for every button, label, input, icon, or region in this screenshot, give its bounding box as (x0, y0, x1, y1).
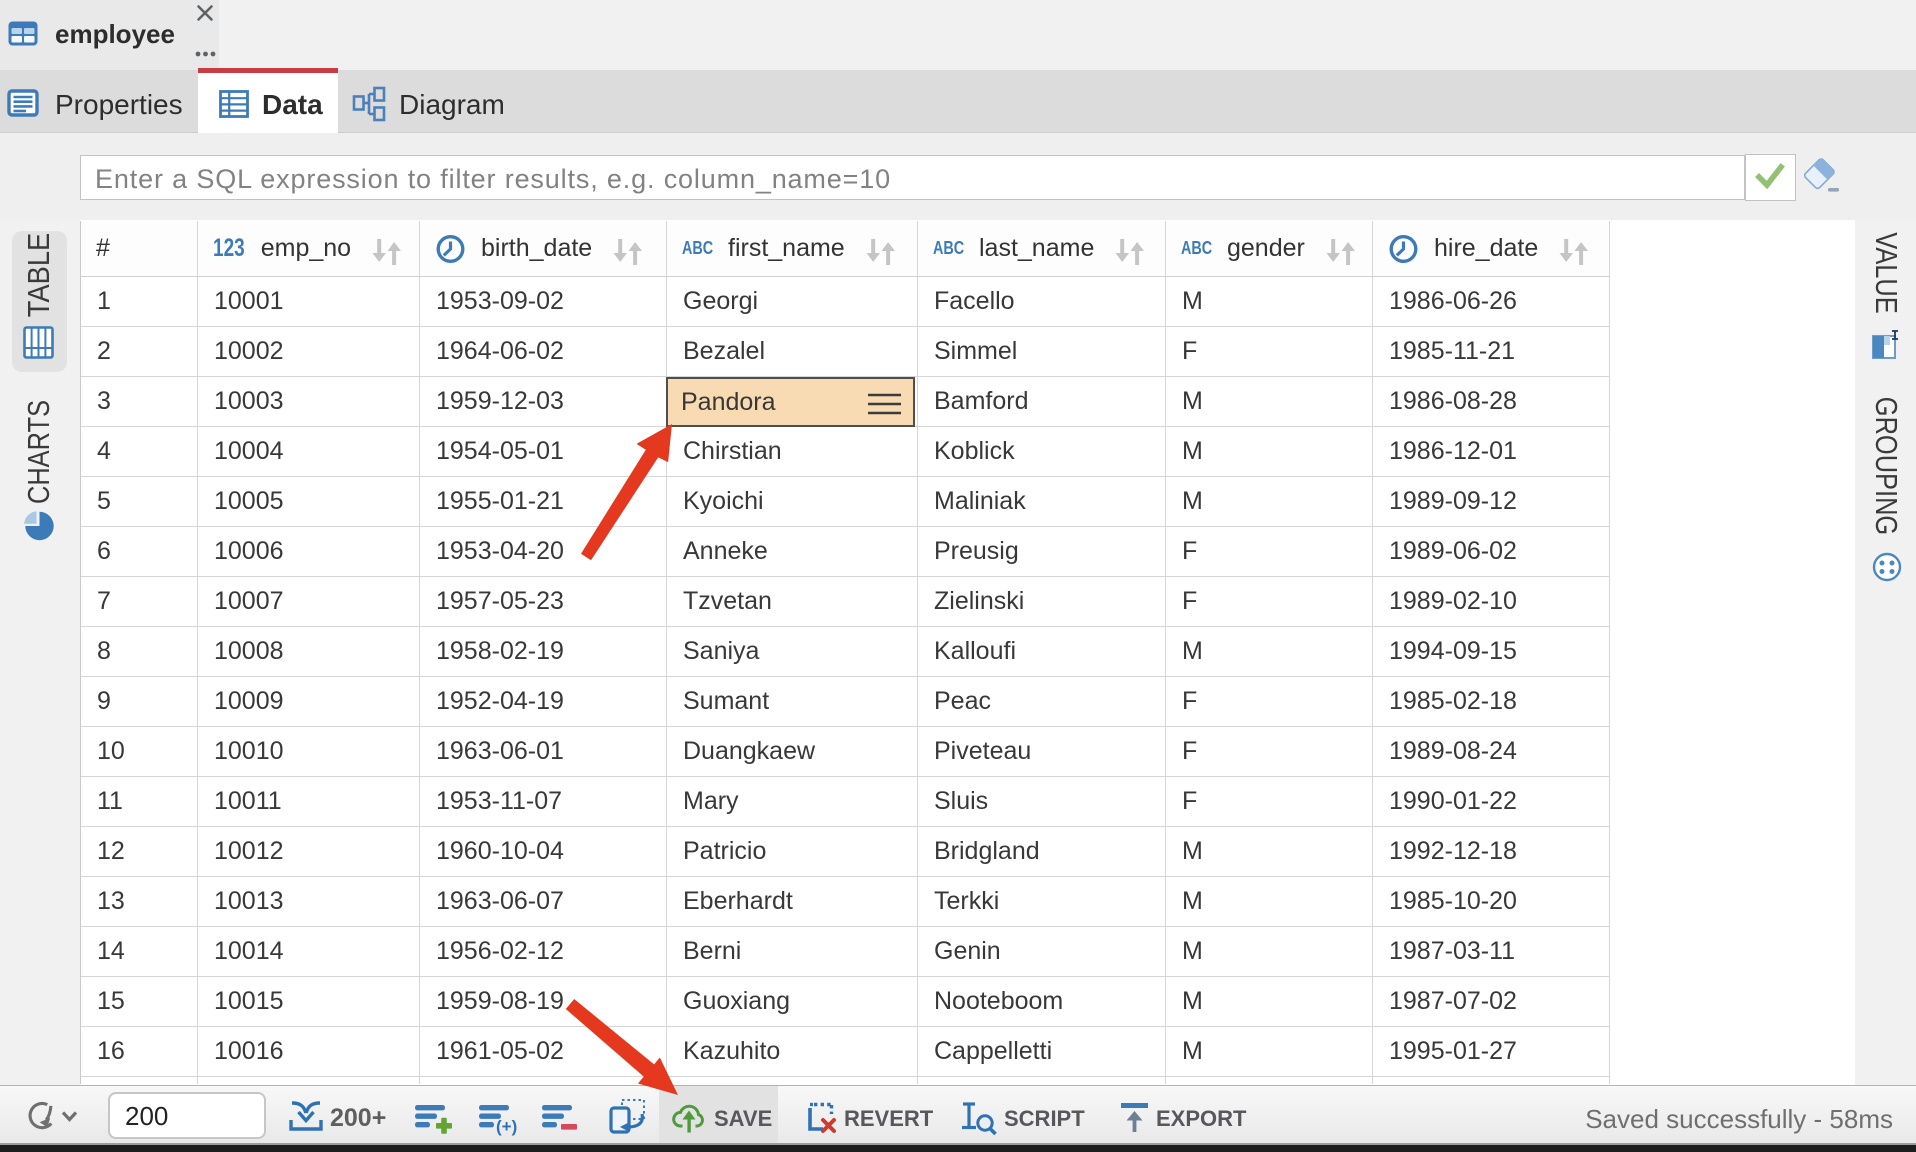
svg-text:(+): (+) (496, 1117, 517, 1136)
